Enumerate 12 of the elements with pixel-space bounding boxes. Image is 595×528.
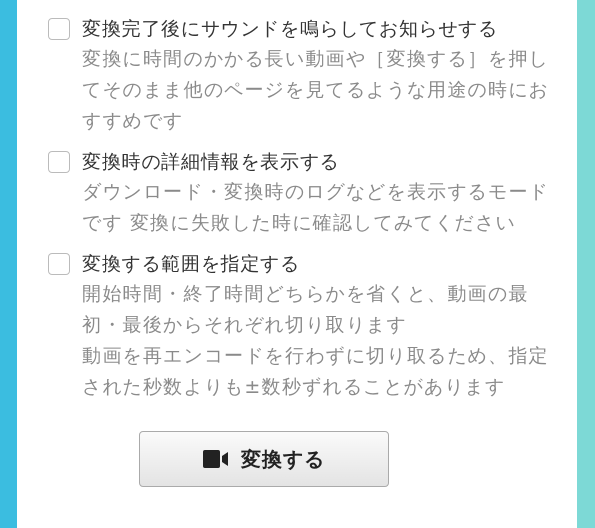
option-label: 変換完了後にサウンドを鳴らしてお知らせする — [82, 17, 499, 42]
option-label: 変換時の詳細情報を表示する — [82, 150, 340, 175]
convert-button[interactable]: 変換する — [139, 431, 389, 487]
checkbox[interactable] — [48, 151, 70, 173]
checkbox[interactable] — [48, 18, 70, 40]
option-label: 変換する範囲を指定する — [82, 252, 301, 277]
checkbox[interactable] — [48, 253, 70, 275]
option-description: 変換に時間のかかる長い動画や［変換する］を押してそのまま他のページを見てるような用途の時におすすめです — [82, 47, 550, 134]
option-description: 動画を再エンコードを行わずに切り取るため、指定された秒数よりも±数秒ずれることがあります — [82, 344, 550, 400]
video-camera-icon — [203, 450, 229, 468]
option-description: ダウンロード・変換時のログなどを表示するモードです 変換に失敗した時に確認してみてください — [82, 180, 550, 236]
option-description: 開始時間・終了時間どちらかを省くと、動画の最初・最後からそれぞれ切り取ります — [82, 282, 530, 338]
